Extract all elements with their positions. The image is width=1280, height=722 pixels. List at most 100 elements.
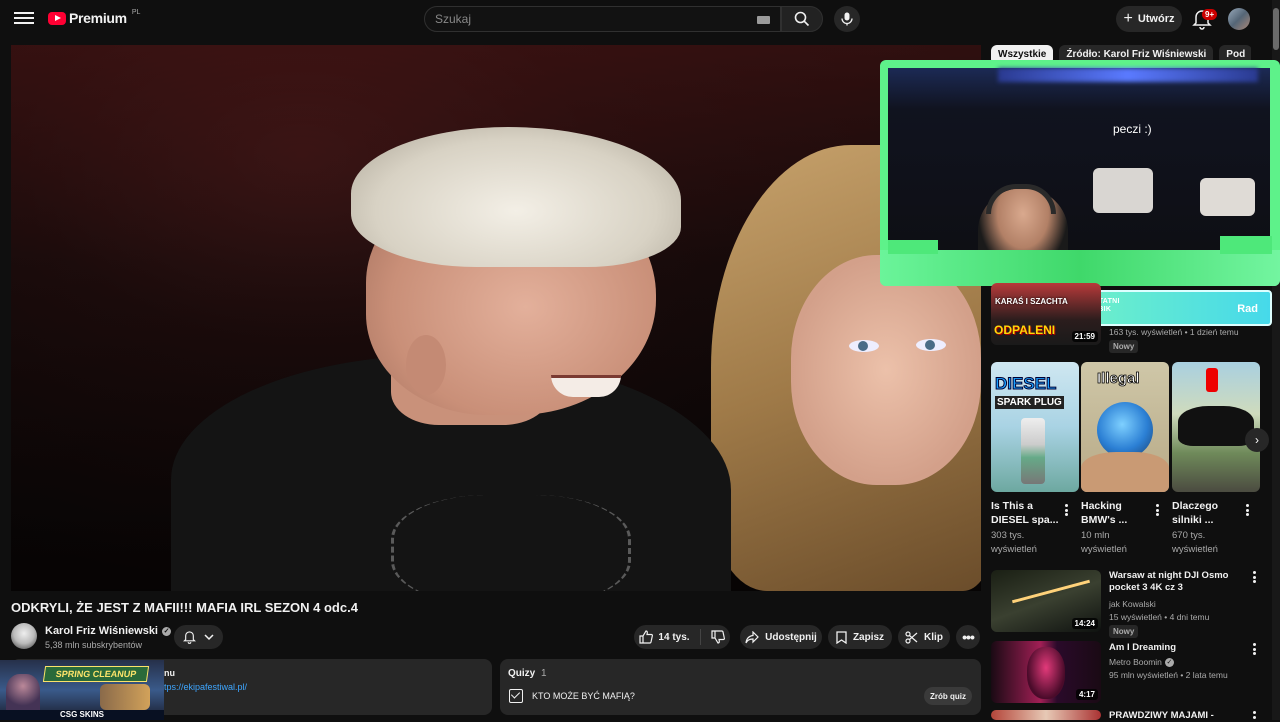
ad-character-image (6, 674, 40, 714)
more-options-icon[interactable] (1249, 642, 1259, 656)
quiz-question[interactable]: KTO MOŻE BYĆ MAFIĄ? (532, 691, 635, 701)
video-frame-man-hair (351, 127, 681, 267)
verified-icon: ✓ (162, 626, 171, 636)
short-views: 303 tys. wyświetleń (991, 530, 1037, 555)
bell-icon (183, 631, 196, 644)
ad-brand-text: CSG SKINS (0, 710, 164, 720)
take-quiz-button[interactable]: Zrób quiz (924, 687, 972, 705)
description-link[interactable]: tps://ekipafestiwal.pl/ (164, 682, 247, 692)
webcam-room (888, 68, 1270, 274)
more-options-icon[interactable] (1152, 503, 1162, 517)
hand-image (1081, 452, 1169, 492)
like-dislike-group: 14 tys. (634, 625, 730, 649)
share-label: Udostępnij (765, 631, 817, 643)
thumbs-down-icon (710, 630, 725, 644)
new-badge: Nowy (1109, 340, 1139, 353)
quiz-checkbox-icon (509, 689, 523, 703)
recommendation-channel[interactable]: Metro Boomin ✓ (1109, 657, 1174, 667)
short-thumbnail[interactable]: DIESEL SPARK PLUG (991, 362, 1079, 492)
save-label: Zapisz (852, 631, 885, 643)
share-button[interactable]: Udostępnij (740, 625, 822, 649)
short-title[interactable]: Is This a DIESEL spa... (991, 499, 1063, 527)
plus-icon: + (1123, 10, 1133, 27)
more-actions-button[interactable]: ••• (956, 625, 980, 649)
stream-webcam-overlay: peczi :) (880, 60, 1280, 286)
quiz-panel (500, 659, 981, 715)
quiz-heading: Quizy 1 (508, 668, 547, 679)
channel-name-row[interactable]: Karol Friz Wiśniewski ✓ (45, 625, 171, 637)
recommendation-title[interactable]: Am I Dreaming (1109, 642, 1241, 654)
new-badge: Nowy (1109, 625, 1139, 638)
video-frame-zipper (391, 495, 631, 591)
youtube-premium-logo[interactable]: Premium PL (48, 9, 140, 26)
youtube-play-icon (48, 11, 66, 25)
search-button[interactable] (781, 6, 823, 32)
create-label: Utwórz (1137, 13, 1175, 25)
notification-count-badge: 9+ (1202, 9, 1218, 20)
spiderman-image (1027, 647, 1065, 699)
channel-name: Metro Boomin (1109, 657, 1162, 667)
chevron-right-icon: › (1255, 433, 1259, 447)
menu-icon[interactable] (14, 9, 34, 29)
subscriber-count: 5,38 mln subskrybentów (45, 640, 143, 650)
clip-label: Klip (924, 631, 943, 643)
search-icon (794, 11, 810, 27)
webcam-armchair (1093, 168, 1153, 213)
short-thumbnail[interactable] (1172, 362, 1260, 492)
save-button[interactable]: Zapisz (828, 625, 892, 649)
video-player[interactable] (11, 45, 981, 591)
video-duration: 4:17 (1075, 689, 1098, 700)
clip-button[interactable]: Klip (898, 625, 950, 649)
subscription-notifications-button[interactable] (174, 625, 223, 649)
recommendation-thumbnail[interactable]: KARAŚ I SZACHTA ODPALENI 21:59 (991, 283, 1101, 345)
recommendation-title[interactable]: Warsaw at night DJI Osmo pocket 3 4K cz … (1109, 570, 1241, 594)
recommendation-thumbnail[interactable] (991, 710, 1101, 720)
shorts-next-button[interactable]: › (1245, 428, 1269, 452)
recommendation-thumbnail[interactable]: 14:24 (991, 570, 1101, 632)
like-count: 14 tys. (658, 631, 690, 643)
overlay-frame-bottom (880, 250, 1280, 286)
video-frame-man-mouth (551, 375, 621, 397)
more-options-icon[interactable] (1242, 503, 1252, 517)
recommendation-channel[interactable]: jak Kowalski (1109, 599, 1156, 609)
webcam-feed: peczi :) (888, 68, 1270, 274)
channel-avatar[interactable] (11, 623, 37, 649)
stream-ad-overlay: SPRING CLEANUP CSG SKINS (0, 660, 164, 720)
video-duration: 14:24 (1071, 618, 1098, 629)
chevron-down-icon (204, 634, 214, 641)
video-frame-eye (849, 340, 879, 352)
warning-icon (1206, 368, 1218, 392)
short-title[interactable]: Dlaczego silniki ... (1172, 499, 1244, 527)
dislike-button[interactable] (707, 630, 725, 644)
short-title[interactable]: Hacking BMW's ... (1081, 499, 1153, 527)
search-input[interactable] (435, 12, 735, 26)
share-icon (745, 630, 760, 643)
short-thumbnail[interactable]: Illegal (1081, 362, 1169, 492)
more-options-icon[interactable] (1249, 710, 1259, 720)
more-options-icon[interactable] (1061, 503, 1071, 517)
description-text: nu (164, 668, 175, 678)
spark-plug-image (1021, 418, 1045, 484)
account-avatar[interactable] (1228, 8, 1250, 30)
search-box (424, 6, 781, 32)
overlay-pixel-decor (888, 240, 938, 254)
overlay-pixel-decor (1220, 236, 1272, 254)
video-title: ODKRYLI, ŻE JEST Z MAFII!!! MAFIA IRL SE… (11, 600, 358, 615)
webcam-led-light (998, 68, 1258, 82)
keyboard-icon[interactable] (757, 16, 770, 24)
more-options-icon[interactable] (1249, 570, 1259, 584)
recommendation-title[interactable]: PRAWDZIWY MAJAMI - (1109, 710, 1241, 722)
bookmark-icon (836, 630, 847, 644)
create-button[interactable]: + Utwórz (1116, 6, 1182, 32)
top-bar: Premium PL + Utwórz 9+ (0, 0, 1280, 38)
bmw-part-image (1097, 402, 1153, 458)
thumbnail-text: Illegal (1097, 370, 1140, 388)
voice-search-button[interactable] (834, 6, 860, 32)
logo-text: Premium (69, 10, 127, 26)
verified-icon: ✓ (1164, 657, 1174, 667)
recommendation-thumbnail[interactable]: 4:17 (991, 641, 1101, 703)
scrollbar-thumb[interactable] (1273, 8, 1279, 50)
like-button[interactable]: 14 tys. (639, 629, 701, 645)
car-image (1178, 406, 1254, 446)
thumbnail-text: KARAŚ I SZACHTA (995, 297, 1068, 306)
